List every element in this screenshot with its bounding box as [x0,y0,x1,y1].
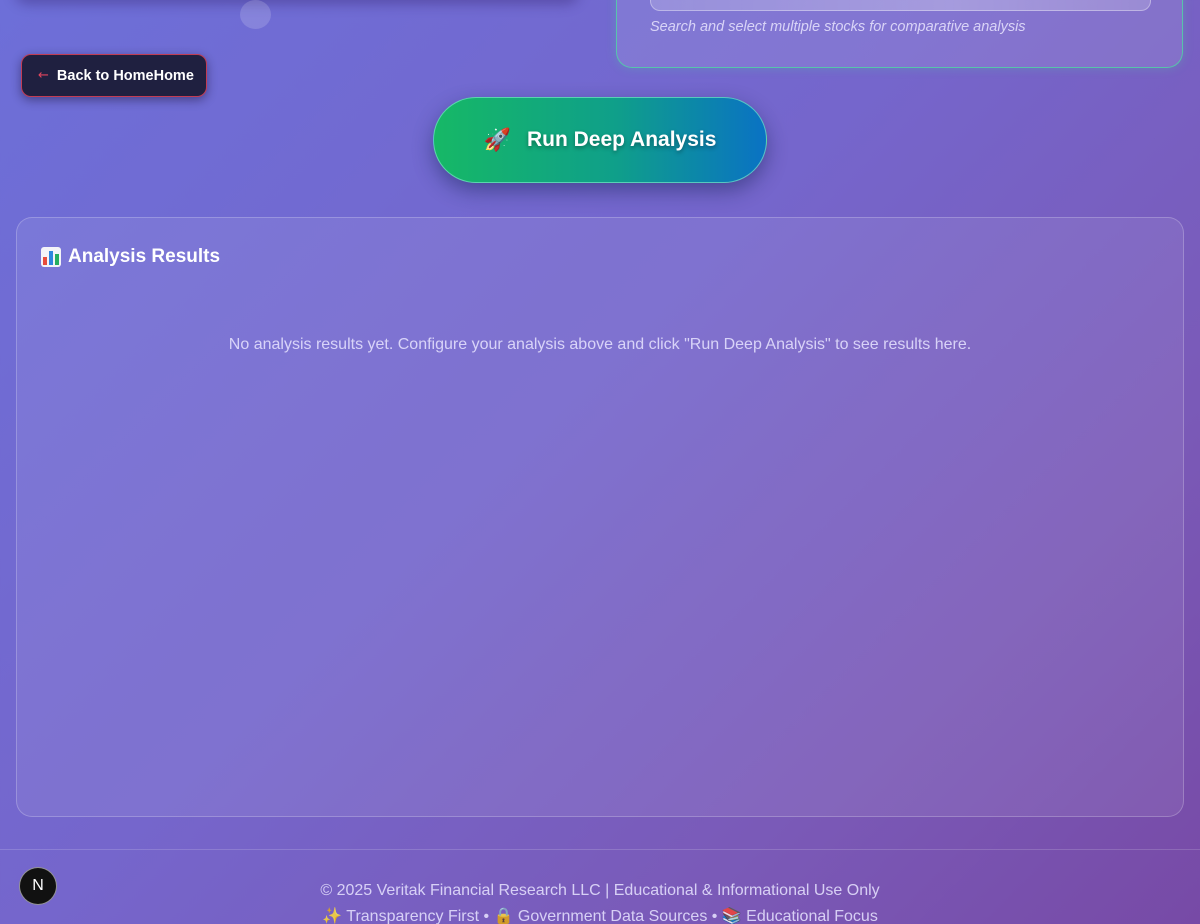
footer-divider [0,849,1200,850]
stock-selector-card: Search and select multiple stocks for co… [616,0,1183,68]
footer-copyright: © 2025 Veritak Financial Research LLC | … [320,882,880,899]
run-button-label: Run Deep Analysis [526,128,717,151]
run-deep-analysis-button[interactable]: 🚀 Run Deep Analysis [433,97,767,183]
footer-tagline: ✨ Transparency First • 🔒 Government Data… [322,908,878,924]
arrow-left-icon: ← [38,68,49,83]
rocket-icon: 🚀 [483,127,511,153]
results-heading: Analysis Results [41,246,220,268]
nextjs-icon[interactable]: N [19,867,57,905]
stock-selector-hint: Search and select multiple stocks for co… [650,19,1026,35]
decorative-bubble [240,0,271,29]
results-title: Analysis Results [68,246,221,267]
stock-search-input[interactable] [650,0,1151,11]
back-to-home-button[interactable]: ← Back to HomeHome [21,54,207,97]
bar-chart-icon [41,247,61,267]
empty-results-message: No analysis results yet. Configure your … [228,336,972,353]
analysis-results-panel: Analysis Results No analysis results yet… [16,217,1184,817]
back-button-label: Back to HomeHome [56,67,194,84]
